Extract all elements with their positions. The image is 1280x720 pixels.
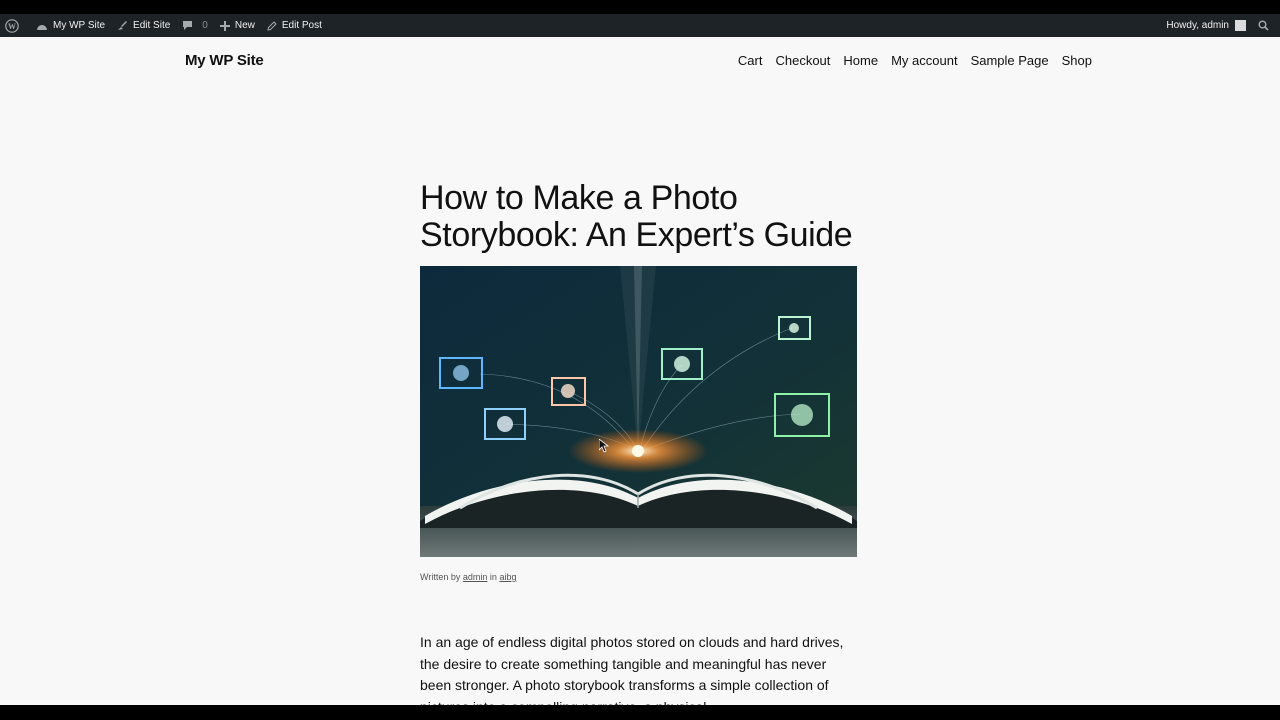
post-intro-paragraph: In an age of endless digital photos stor… bbox=[420, 634, 844, 705]
admin-bar: W My WP Site Edit Site 0 New Edit Post H… bbox=[0, 14, 1280, 37]
site-name-menu[interactable]: My WP Site bbox=[30, 14, 111, 37]
mouse-cursor-icon bbox=[599, 439, 609, 453]
avatar bbox=[1235, 20, 1246, 31]
site-page: My WP Site Cart Checkout Home My account… bbox=[0, 37, 1280, 705]
nav-item-sample-page[interactable]: Sample Page bbox=[971, 53, 1049, 68]
howdy-label: Howdy, admin bbox=[1166, 20, 1229, 31]
site-name-label: My WP Site bbox=[53, 20, 106, 31]
category-link[interactable]: aibg bbox=[499, 572, 516, 582]
comments-button[interactable]: 0 bbox=[176, 14, 214, 37]
nav-item-shop[interactable]: Shop bbox=[1062, 53, 1092, 68]
nav-item-my-account[interactable]: My account bbox=[891, 53, 957, 68]
screen-top-border bbox=[0, 0, 1280, 14]
edit-post-button[interactable]: Edit Post bbox=[261, 14, 328, 37]
byline-in: in bbox=[489, 572, 497, 582]
post-title: How to Make a Photo Storybook: An Expert… bbox=[420, 179, 853, 254]
featured-image bbox=[420, 266, 857, 557]
comment-icon bbox=[183, 21, 193, 30]
edit-site-label: Edit Site bbox=[133, 20, 171, 31]
account-menu[interactable]: Howdy, admin bbox=[1160, 14, 1252, 37]
brush-icon bbox=[118, 21, 128, 30]
new-label: New bbox=[234, 20, 255, 31]
author-link[interactable]: admin bbox=[463, 572, 488, 582]
nav-item-cart[interactable]: Cart bbox=[738, 53, 763, 68]
svg-text:W: W bbox=[8, 22, 16, 31]
post-byline: Written by admin in aibg bbox=[420, 572, 516, 582]
wordpress-icon: W bbox=[5, 18, 19, 33]
nav-item-home[interactable]: Home bbox=[843, 53, 878, 68]
search-icon bbox=[1258, 20, 1269, 31]
nav-item-checkout[interactable]: Checkout bbox=[775, 53, 830, 68]
screen-bottom-border bbox=[0, 705, 1280, 720]
dashboard-icon bbox=[37, 24, 47, 30]
edit-site-button[interactable]: Edit Site bbox=[111, 14, 176, 37]
primary-navigation: Cart Checkout Home My account Sample Pag… bbox=[738, 53, 1092, 68]
byline-prefix: Written by bbox=[420, 572, 461, 582]
site-title[interactable]: My WP Site bbox=[185, 52, 264, 69]
new-content-button[interactable]: New bbox=[214, 14, 261, 37]
plus-icon bbox=[219, 20, 230, 31]
admin-search-button[interactable] bbox=[1252, 14, 1280, 37]
comments-count: 0 bbox=[202, 20, 208, 31]
pencil-icon bbox=[267, 20, 277, 31]
edit-post-label: Edit Post bbox=[281, 20, 322, 31]
wordpress-logo-button[interactable]: W bbox=[0, 14, 30, 37]
